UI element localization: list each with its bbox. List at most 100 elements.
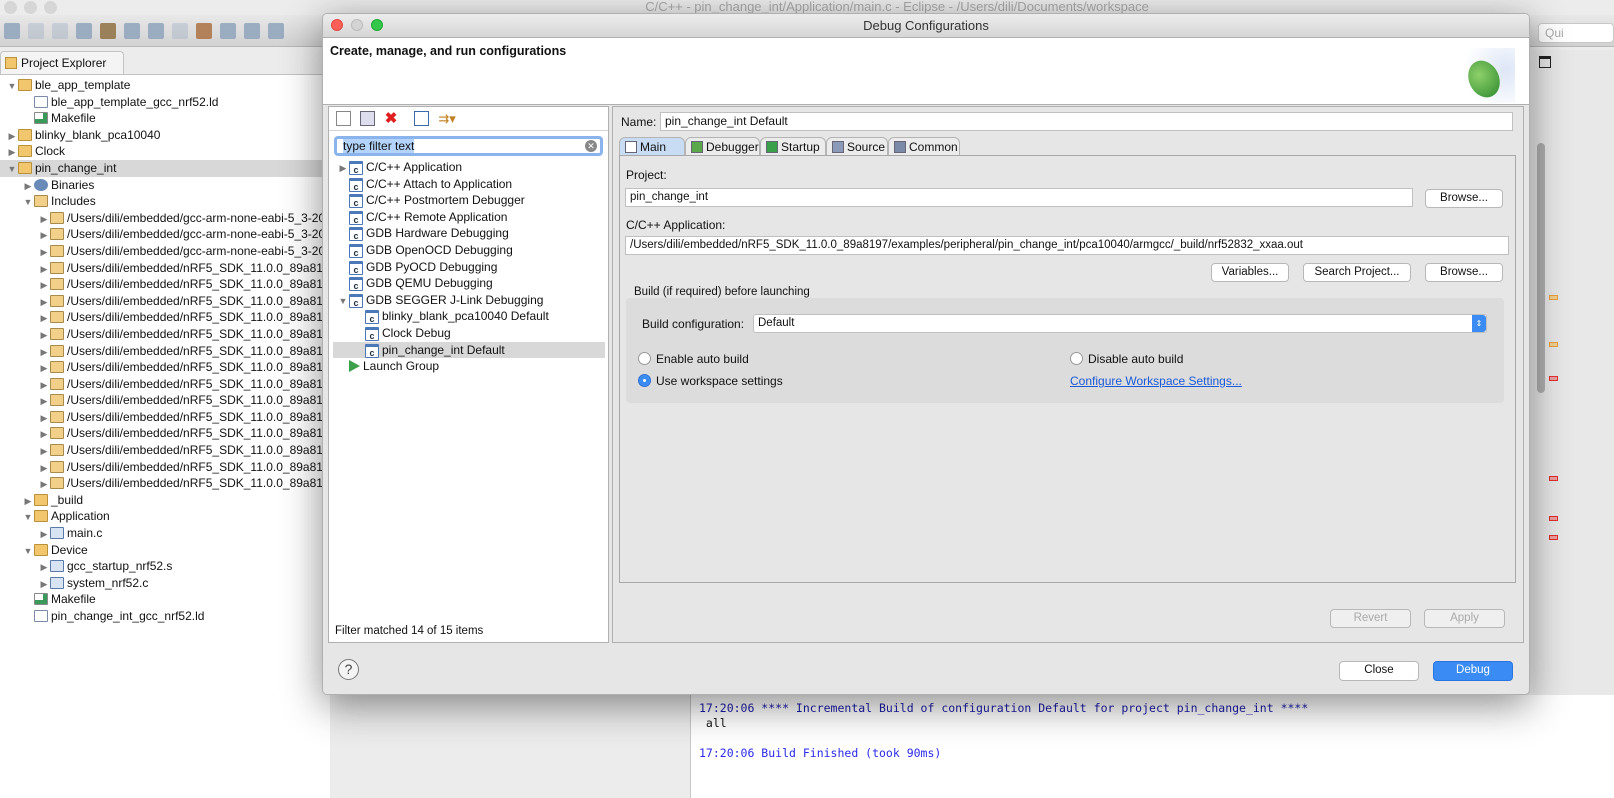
help-button[interactable]: ? xyxy=(338,659,359,680)
use-workspace-settings-radio[interactable] xyxy=(638,374,651,387)
enable-auto-build-radio[interactable] xyxy=(638,352,651,365)
tree-item[interactable]: c Clock Debug xyxy=(333,325,605,342)
error-marker[interactable] xyxy=(1549,376,1558,381)
tree-item[interactable]: pin_change_int_gcc_nrf52.ld xyxy=(0,608,330,625)
collapsed-twisty-icon[interactable]: ▶ xyxy=(38,393,50,410)
tree-item[interactable]: ▼ c GDB SEGGER J-Link Debugging xyxy=(333,292,605,309)
tree-item[interactable]: ▶ /Users/dili/embedded/nRF5_SDK_11.0.0_89… xyxy=(0,309,330,326)
new-icon[interactable] xyxy=(4,23,20,39)
collapsed-twisty-icon[interactable]: ▶ xyxy=(38,410,50,427)
collapsed-twisty-icon[interactable]: ▶ xyxy=(38,294,50,311)
collapsed-twisty-icon[interactable]: ▶ xyxy=(38,576,50,593)
collapsed-twisty-icon[interactable]: ▶ xyxy=(22,178,34,195)
tree-item[interactable]: Makefile xyxy=(0,591,330,608)
tree-item[interactable]: ▶ system_nrf52.c xyxy=(0,575,330,592)
project-input[interactable]: pin_change_int xyxy=(625,188,1413,207)
build-settings-icon[interactable] xyxy=(76,23,92,39)
tab-project-explorer[interactable]: Project Explorer ✕ xyxy=(0,51,124,92)
tab-source[interactable]: Source xyxy=(826,137,888,156)
clear-filter-icon[interactable]: ✕ xyxy=(585,140,597,152)
maximize-icon[interactable] xyxy=(1539,56,1551,68)
tree-item[interactable]: c C/C++ Remote Application xyxy=(333,209,605,226)
tree-item[interactable]: c blinky_blank_pca10040 Default xyxy=(333,308,605,325)
tree-item[interactable]: Launch Group xyxy=(333,358,605,375)
error-marker[interactable] xyxy=(1549,535,1558,540)
tree-item[interactable]: ▶ /Users/dili/embedded/gcc-arm-none-eabi-… xyxy=(0,226,330,243)
new-configuration-icon[interactable] xyxy=(336,111,351,126)
collapsed-twisty-icon[interactable]: ▶ xyxy=(38,443,50,460)
hammer-icon[interactable] xyxy=(100,23,116,39)
close-button[interactable]: Close xyxy=(1339,661,1419,681)
warning-marker[interactable] xyxy=(1549,295,1558,300)
tree-item[interactable]: c C/C++ Postmortem Debugger xyxy=(333,192,605,209)
apply-button[interactable]: Apply xyxy=(1424,609,1505,628)
filter-configurations-icon[interactable]: ⇉▾ xyxy=(438,111,455,126)
collapsed-twisty-icon[interactable]: ▶ xyxy=(38,526,50,543)
tree-item[interactable]: ▼ pin_change_int xyxy=(0,159,330,178)
error-marker[interactable] xyxy=(1549,476,1558,481)
duplicate-icon[interactable] xyxy=(360,111,376,126)
collapsed-twisty-icon[interactable]: ▶ xyxy=(38,227,50,244)
expanded-twisty-icon[interactable]: ▼ xyxy=(337,293,349,310)
tree-item[interactable]: ▶ c C/C++ Application xyxy=(333,159,605,176)
save-icon[interactable] xyxy=(28,23,44,39)
tree-item[interactable]: ▼ ble_app_template xyxy=(0,77,330,94)
dialog-close-button[interactable] xyxy=(331,19,343,31)
scrollbar-thumb[interactable] xyxy=(1537,143,1545,393)
tree-item[interactable]: ▶ /Users/dili/embedded/nRF5_SDK_11.0.0_89… xyxy=(0,459,330,476)
tree-item[interactable]: c pin_change_int Default xyxy=(333,341,605,359)
back-icon[interactable] xyxy=(172,23,188,39)
tree-item[interactable]: ▶ /Users/dili/embedded/nRF5_SDK_11.0.0_89… xyxy=(0,343,330,360)
quick-access-input[interactable]: Qui xyxy=(1538,23,1614,43)
tab-startup[interactable]: Startup xyxy=(760,137,826,156)
collapsed-twisty-icon[interactable]: ▶ xyxy=(38,559,50,576)
collapsed-twisty-icon[interactable]: ▶ xyxy=(22,493,34,510)
tree-item[interactable]: ▶ blinky_blank_pca10040 xyxy=(0,127,330,144)
tree-item[interactable]: ▼ Includes xyxy=(0,193,330,210)
tree-item[interactable]: ▶ main.c xyxy=(0,525,330,542)
tree-item[interactable]: ▶ /Users/dili/embedded/nRF5_SDK_11.0.0_89… xyxy=(0,359,330,376)
expanded-twisty-icon[interactable]: ▼ xyxy=(22,543,34,560)
filter-input[interactable]: type filter text ✕ xyxy=(334,136,603,156)
tree-item[interactable]: ▶ /Users/dili/embedded/nRF5_SDK_11.0.0_89… xyxy=(0,293,330,310)
collapsed-twisty-icon[interactable]: ▶ xyxy=(6,144,18,161)
tree-item[interactable]: ▶ /Users/dili/embedded/nRF5_SDK_11.0.0_89… xyxy=(0,276,330,293)
browse-project-button[interactable]: Browse... xyxy=(1425,189,1503,208)
collapsed-twisty-icon[interactable]: ▶ xyxy=(38,460,50,477)
expanded-twisty-icon[interactable]: ▼ xyxy=(22,194,34,211)
new-c-file-icon[interactable] xyxy=(268,23,284,39)
name-input[interactable]: pin_change_int Default xyxy=(660,112,1513,131)
tab-main[interactable]: Main xyxy=(619,137,685,156)
expanded-twisty-icon[interactable]: ▼ xyxy=(6,78,18,95)
dialog-zoom-button[interactable] xyxy=(371,19,383,31)
collapsed-twisty-icon[interactable]: ▶ xyxy=(38,211,50,228)
tree-item[interactable]: ▼ Application xyxy=(0,508,330,525)
collapsed-twisty-icon[interactable]: ▶ xyxy=(6,128,18,145)
window-zoom-button[interactable] xyxy=(44,1,57,14)
tab-debugger[interactable]: Debugger xyxy=(685,137,760,156)
new-folder-icon[interactable] xyxy=(244,23,260,39)
window-minimize-button[interactable] xyxy=(24,1,37,14)
tree-item[interactable]: ▶ /Users/dili/embedded/nRF5_SDK_11.0.0_89… xyxy=(0,392,330,409)
collapsed-twisty-icon[interactable]: ▶ xyxy=(38,310,50,327)
warning-marker[interactable] xyxy=(1549,342,1558,347)
tree-item[interactable]: ▶ /Users/dili/embedded/nRF5_SDK_11.0.0_89… xyxy=(0,409,330,426)
collapse-all-icon[interactable] xyxy=(414,111,430,126)
revert-button[interactable]: Revert xyxy=(1330,609,1411,628)
variables-button[interactable]: Variables... xyxy=(1211,263,1289,282)
tree-item[interactable]: ▶ _build xyxy=(0,492,330,509)
expanded-twisty-icon[interactable]: ▼ xyxy=(6,161,18,178)
tree-item[interactable]: ▶ /Users/dili/embedded/gcc-arm-none-eabi-… xyxy=(0,210,330,227)
collapsed-twisty-icon[interactable]: ▶ xyxy=(38,426,50,443)
tree-item[interactable]: ▶ gcc_startup_nrf52.s xyxy=(0,558,330,575)
collapsed-twisty-icon[interactable]: ▶ xyxy=(38,360,50,377)
tree-item[interactable]: ▶ /Users/dili/embedded/nRF5_SDK_11.0.0_89… xyxy=(0,475,330,492)
browse-application-button[interactable]: Browse... xyxy=(1425,263,1503,282)
window-close-button[interactable] xyxy=(4,1,17,14)
error-marker[interactable] xyxy=(1549,516,1558,521)
disable-auto-build-radio[interactable] xyxy=(1070,352,1083,365)
tree-item[interactable]: ▶ /Users/dili/embedded/gcc-arm-none-eabi-… xyxy=(0,243,330,260)
tree-item[interactable]: ▶ Binaries xyxy=(0,177,330,194)
tree-item[interactable]: c GDB OpenOCD Debugging xyxy=(333,242,605,259)
collapsed-twisty-icon[interactable]: ▶ xyxy=(38,476,50,493)
